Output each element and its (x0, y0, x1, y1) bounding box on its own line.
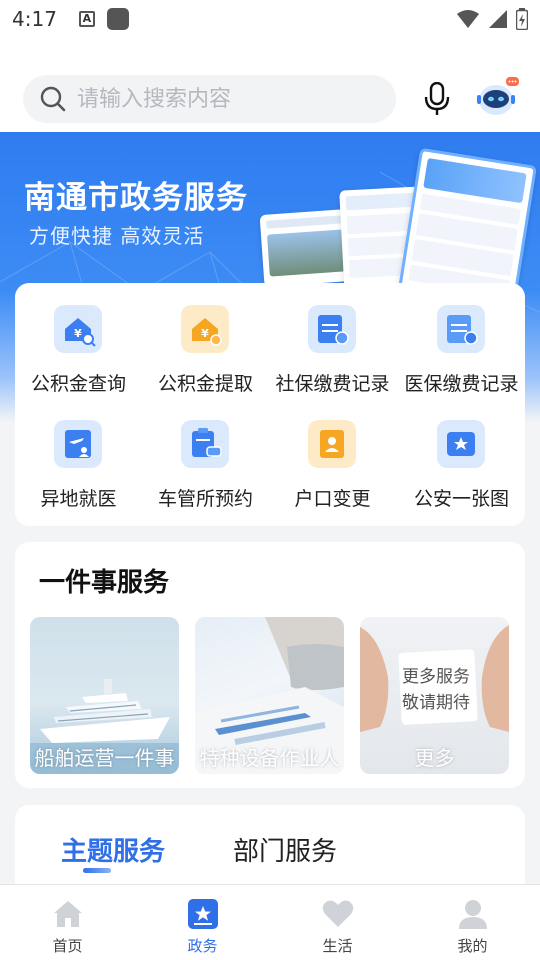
wifi-icon (457, 10, 479, 28)
quick-services-card: ¥ 公积金查询 ¥ 公积金提取 社保缴费记录 医保缴费记录 异地就医 车管所预约… (15, 283, 525, 526)
government-star-icon (188, 899, 218, 929)
notification-app-icon (106, 8, 129, 30)
nav-label: 首页 (52, 937, 83, 955)
service-vehicle-office-booking[interactable]: 车管所预约 (142, 398, 269, 510)
nav-life[interactable]: 生活 (270, 885, 405, 960)
nav-me[interactable]: 我的 (405, 885, 540, 960)
one-thing-service-card: 一件事服务 船舶运营一件事 特种设备作业人 更多服务 敬请期待 更多 (15, 542, 525, 788)
notification-a-icon: A (78, 11, 95, 27)
section-title: 一件事服务 (39, 568, 170, 598)
microphone-icon[interactable] (422, 82, 452, 116)
service-household-change[interactable]: 户口变更 (269, 398, 396, 510)
search-bar[interactable] (23, 75, 396, 123)
search-input[interactable] (77, 86, 357, 112)
police-star-icon (437, 420, 485, 468)
home-icon (54, 901, 82, 927)
heart-icon (322, 900, 354, 927)
one-thing-tile-ship[interactable]: 船舶运营一件事 (30, 617, 179, 774)
nav-label: 我的 (457, 937, 488, 955)
service-label: 社保缴费记录 (275, 373, 390, 395)
service-label: 公安一张图 (413, 488, 509, 510)
house-search-icon: ¥ (54, 305, 102, 353)
service-police-map[interactable]: 公安一张图 (398, 398, 525, 510)
tile-caption: 船舶运营一件事 (34, 746, 175, 770)
more-note-line-2: 敬请期待 (402, 693, 470, 713)
service-label: 异地就医 (40, 488, 117, 510)
robot-assistant-icon[interactable] (476, 74, 520, 118)
search-icon (40, 86, 66, 112)
service-housing-fund-withdraw[interactable]: ¥ 公积金提取 (142, 283, 269, 395)
nav-label: 生活 (322, 937, 353, 955)
banner-phone-mockup-1 (259, 209, 353, 287)
status-time: 4:17 (12, 7, 57, 31)
service-label: 公积金提取 (157, 373, 253, 395)
active-tab-indicator (83, 868, 111, 873)
battery-icon (516, 8, 528, 30)
status-bar: 4:17 A (0, 0, 540, 38)
household-book-icon (308, 420, 356, 468)
person-icon (459, 900, 487, 929)
status-indicators (456, 8, 528, 30)
tile-caption: 特种设备作业人 (199, 746, 340, 770)
service-label: 车管所预约 (157, 488, 253, 510)
tile-caption: 更多 (414, 746, 455, 770)
social-security-icon (308, 305, 356, 353)
svg-text:¥: ¥ (74, 327, 82, 340)
one-thing-tile-special-equipment[interactable]: 特种设备作业人 (195, 617, 344, 774)
svg-text:¥: ¥ (201, 327, 209, 340)
cellular-signal-icon (489, 10, 507, 28)
service-medical-insurance-record[interactable]: 医保缴费记录 (398, 283, 525, 395)
tab-theme-services[interactable]: 主题服务 (61, 831, 165, 868)
nav-label: 政务 (187, 937, 218, 955)
plane-card-icon (54, 420, 102, 468)
header (0, 38, 540, 132)
medical-insurance-icon (437, 305, 485, 353)
more-note-line-1: 更多服务 (402, 667, 470, 687)
banner-title: 南通市政务服务 (24, 180, 248, 216)
service-label: 公积金查询 (30, 373, 126, 395)
one-thing-tile-more[interactable]: 更多服务 敬请期待 更多 (360, 617, 509, 774)
house-money-icon: ¥ (181, 305, 229, 353)
banner-subtitle: 方便快捷 高效灵活 (29, 224, 205, 248)
tab-department-services[interactable]: 部门服务 (233, 831, 337, 868)
service-housing-fund-query[interactable]: ¥ 公积金查询 (15, 283, 142, 395)
service-social-security-record[interactable]: 社保缴费记录 (269, 283, 396, 395)
service-label: 医保缴费记录 (404, 373, 519, 395)
service-remote-medical[interactable]: 异地就医 (15, 398, 142, 510)
service-label: 户口变更 (294, 488, 371, 510)
nav-home[interactable]: 首页 (0, 885, 135, 960)
car-clipboard-icon (181, 420, 229, 468)
bottom-navigation: 首页 政务 生活 我的 (0, 884, 540, 960)
nav-government[interactable]: 政务 (135, 885, 270, 960)
